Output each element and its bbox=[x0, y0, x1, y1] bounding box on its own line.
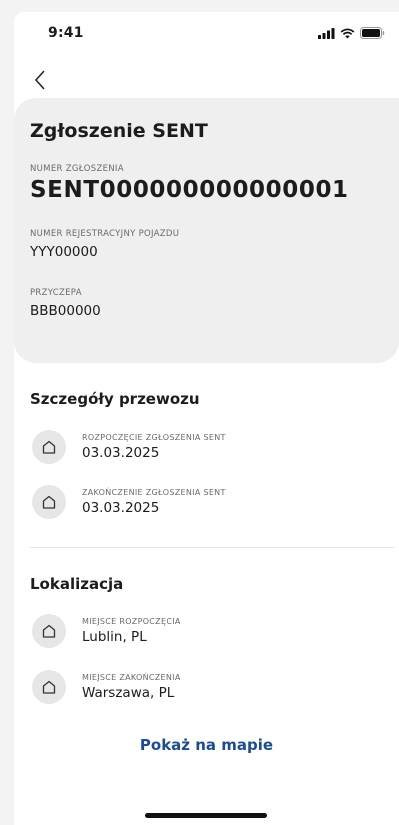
home-icon bbox=[32, 670, 66, 704]
chevron-left-icon bbox=[34, 70, 45, 90]
location-start-row: MIEJSCE ROZPOCZĘCIA Lublin, PL bbox=[32, 609, 399, 653]
signal-icon bbox=[318, 27, 335, 39]
home-icon bbox=[32, 430, 66, 464]
trailer-value: BBB00000 bbox=[30, 303, 101, 319]
plate-value: YYY00000 bbox=[30, 244, 98, 260]
plate-caption: NUMER REJESTRACYJNY POJAZDU bbox=[30, 229, 180, 239]
transport-end-caption: ZAKOŃCZENIE ZGŁOSZENIA SENT bbox=[82, 488, 226, 497]
wifi-icon bbox=[340, 28, 355, 38]
card-title: Zgłoszenie SENT bbox=[30, 120, 208, 142]
location-end-caption: MIEJSCE ZAKOŃCZENIA bbox=[82, 673, 181, 682]
transport-end-value: 03.03.2025 bbox=[82, 500, 160, 516]
location-start-caption: MIEJSCE ROZPOCZĘCIA bbox=[82, 617, 181, 626]
transport-section-title: Szczegóły przewozu bbox=[30, 390, 200, 408]
sent-summary-card: Zgłoszenie SENT NUMER ZGŁOSZENIA SENT000… bbox=[14, 98, 399, 363]
status-time: 9:41 bbox=[48, 25, 84, 41]
status-bar: 9:41 bbox=[14, 12, 399, 54]
sent-number: SENT000000000000001 bbox=[30, 177, 349, 203]
transport-start-row: ROZPOCZĘCIE ZGŁOSZENIA SENT 03.03.2025 bbox=[32, 425, 399, 469]
location-start-value: Lublin, PL bbox=[82, 629, 147, 645]
transport-end-row: ZAKOŃCZENIE ZGŁOSZENIA SENT 03.03.2025 bbox=[32, 480, 399, 524]
location-section-title: Lokalizacja bbox=[30, 575, 124, 593]
transport-start-value: 03.03.2025 bbox=[82, 445, 160, 461]
home-icon bbox=[32, 485, 66, 519]
location-end-row: MIEJSCE ZAKOŃCZENIA Warszawa, PL bbox=[32, 665, 399, 709]
location-end-value: Warszawa, PL bbox=[82, 685, 175, 701]
screen-frame: 9:41 Zgłoszenie SENT NUMER ZGŁOSZENIA SE… bbox=[0, 0, 399, 825]
transport-start-caption: ROZPOCZĘCIE ZGŁOSZENIA SENT bbox=[82, 433, 226, 442]
battery-icon bbox=[360, 27, 385, 39]
home-icon bbox=[32, 614, 66, 648]
phone-screen: 9:41 Zgłoszenie SENT NUMER ZGŁOSZENIA SE… bbox=[14, 12, 399, 825]
number-caption: NUMER ZGŁOSZENIA bbox=[30, 164, 124, 174]
back-button[interactable] bbox=[28, 66, 52, 94]
home-indicator[interactable] bbox=[145, 813, 267, 818]
show-on-map-link[interactable]: Pokaż na mapie bbox=[14, 736, 399, 754]
trailer-caption: PRZYCZEPA bbox=[30, 288, 82, 298]
section-divider bbox=[30, 547, 394, 548]
status-icons bbox=[318, 27, 385, 39]
